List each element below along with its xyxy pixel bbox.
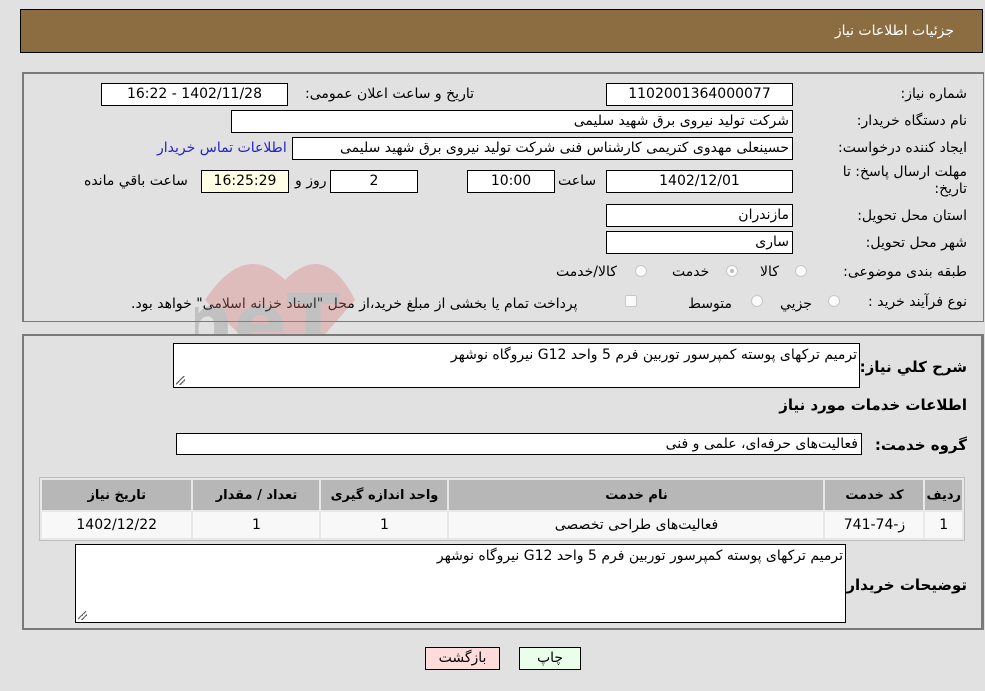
buyer-notes-text: ترمیم ترکهای پوسته کمپرسور توربین فرم 5 … xyxy=(436,548,843,564)
deadline-label: مهلت ارسال پاسخ: تا تاریخ: xyxy=(842,164,967,197)
purchase-option-minor: جزيي xyxy=(780,296,812,312)
service-group-label: گروه خدمت: xyxy=(874,436,967,454)
requester-label: ایجاد کننده درخواست: xyxy=(838,140,967,156)
need-number-field: 1102001364000077 xyxy=(606,83,793,106)
resize-grip-icon[interactable] xyxy=(78,611,87,620)
category-radio-goods-service[interactable] xyxy=(635,265,647,277)
service-group-field: فعالیت‌های حرفه‌ای، علمی و فنی xyxy=(176,433,862,455)
category-option-service: خدمت xyxy=(672,264,710,280)
cell-row-number: 1 xyxy=(925,512,962,538)
category-label: طبقه بندی موضوعی: xyxy=(843,264,967,280)
header-unit: واحد اندازه گیری xyxy=(321,480,448,510)
buyer-org-field: شرکت تولید نیروی برق شهید سلیمی xyxy=(231,110,793,133)
print-button[interactable]: چاپ xyxy=(519,647,581,670)
announce-datetime-field: 1402/11/28 - 16:22 xyxy=(101,83,288,106)
cell-need-date: 1402/12/22 xyxy=(42,512,192,538)
category-radio-goods[interactable] xyxy=(795,265,807,277)
remaining-days-field: 2 xyxy=(330,170,418,193)
buyer-notes-textarea[interactable]: ترمیم ترکهای پوسته کمپرسور توربین فرم 5 … xyxy=(75,544,846,623)
need-number-label: شماره نیاز: xyxy=(900,86,968,102)
province-label: استان محل تحویل: xyxy=(857,208,967,224)
services-section-title: اطلاعات خدمات مورد نیاز xyxy=(779,396,967,414)
back-button[interactable]: بازگشت xyxy=(425,647,500,670)
page-header: جزئیات اطلاعات نیاز xyxy=(20,9,983,53)
table-header-row: ردیف کد خدمت نام خدمت واحد اندازه گیری ت… xyxy=(42,480,962,510)
deadline-time-label: ساعت xyxy=(558,173,597,189)
purchase-radio-minor[interactable] xyxy=(828,295,840,307)
remaining-time-label: ساعت باقي مانده xyxy=(84,173,188,189)
description-text: ترمیم ترکهای پوسته کمپرسور توربین فرم 5 … xyxy=(450,347,857,363)
table-row: 1 ز-74-741 فعالیت‌های طراحی تخصصی 1 1 14… xyxy=(42,512,962,538)
cell-quantity: 1 xyxy=(193,512,320,538)
remaining-time-field: 16:25:29 xyxy=(201,170,289,193)
province-field: مازندران xyxy=(606,204,793,227)
purchase-option-medium: متوسط xyxy=(688,296,732,312)
deadline-time-field: 10:00 xyxy=(467,170,555,193)
requester-field: حسینعلی مهدوی کتریمی کارشناس فنی شرکت تو… xyxy=(292,137,793,160)
days-label: روز و xyxy=(295,173,327,189)
deadline-date-field: 1402/12/01 xyxy=(606,170,793,193)
header-service-code: کد خدمت xyxy=(825,480,924,510)
cell-service-name: فعالیت‌های طراحی تخصصی xyxy=(449,512,824,538)
description-textarea[interactable]: ترمیم ترکهای پوسته کمپرسور توربین فرم 5 … xyxy=(173,343,860,388)
purchase-type-label: نوع فرآیند خرید : xyxy=(868,294,967,310)
treasury-checkbox[interactable] xyxy=(625,295,637,307)
buyer-contact-link[interactable]: اطلاعات تماس خریدار xyxy=(157,140,287,156)
city-label: شهر محل تحویل: xyxy=(865,235,967,251)
purchase-radio-medium[interactable] xyxy=(751,295,763,307)
city-field: ساری xyxy=(606,231,793,254)
announce-datetime-label: تاریخ و ساعت اعلان عمومی: xyxy=(305,86,474,102)
buyer-org-label: نام دستگاه خریدار: xyxy=(856,113,967,129)
cell-unit: 1 xyxy=(321,512,448,538)
header-row-number: ردیف xyxy=(925,480,962,510)
category-radio-service[interactable] xyxy=(726,265,738,277)
services-table: ردیف کد خدمت نام خدمت واحد اندازه گیری ت… xyxy=(39,477,965,541)
description-label: شرح کلي نياز: xyxy=(859,358,967,376)
category-option-goods: کالا xyxy=(760,264,779,280)
buyer-notes-label: توضیحات خریدار: xyxy=(840,576,967,594)
cell-service-code: ز-74-741 xyxy=(825,512,924,538)
header-need-date: تاریخ نیاز xyxy=(42,480,192,510)
category-option-goods-service: کالا/خدمت xyxy=(556,264,617,280)
header-service-name: نام خدمت xyxy=(449,480,824,510)
page-title: جزئیات اطلاعات نیاز xyxy=(834,23,954,39)
header-quantity: تعداد / مقدار xyxy=(193,480,320,510)
treasury-note: پرداخت تمام یا بخشی از مبلغ خرید،از محل … xyxy=(131,296,578,312)
resize-grip-icon[interactable] xyxy=(176,376,185,385)
